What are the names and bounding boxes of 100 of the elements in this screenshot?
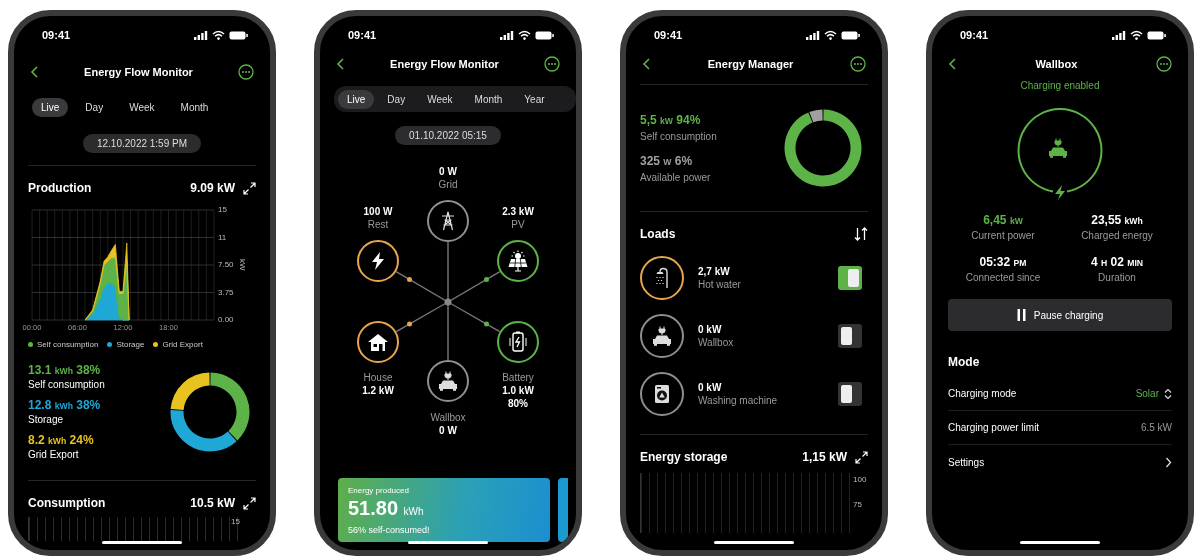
toggle-switch[interactable] <box>838 266 862 290</box>
signal-icon <box>500 30 514 40</box>
node-label: Battery <box>502 371 534 384</box>
axis-tick-label: 11 <box>218 232 227 242</box>
period-tab[interactable]: Day <box>378 89 415 109</box>
chevron-right-icon[interactable] <box>1165 456 1172 468</box>
status-time: 09:41 <box>960 29 989 41</box>
power-value: 0 W <box>439 165 457 178</box>
power-reading: 325 W 6% <box>640 154 694 168</box>
back-icon[interactable] <box>336 57 345 71</box>
stat-label: Storage <box>28 414 65 425</box>
section-title: Production <box>28 181 93 195</box>
period-tab[interactable]: Year <box>515 89 554 109</box>
wifi-icon <box>212 30 225 40</box>
date-chip[interactable]: 01.10.2022 05:15 <box>395 126 501 145</box>
setting-label[interactable]: Charging power limit <box>948 422 1040 433</box>
load-label: Washing machine <box>698 395 779 406</box>
node-label: Rest <box>367 218 389 231</box>
back-icon[interactable] <box>948 57 957 71</box>
more-icon[interactable] <box>238 64 254 80</box>
pause-icon <box>1016 309 1026 321</box>
stat-label: Grid Export <box>28 449 80 460</box>
card-note: 56% self-consumed! <box>348 525 431 535</box>
sort-icon[interactable] <box>854 227 868 241</box>
period-tab[interactable]: Week <box>120 97 164 117</box>
setting-label[interactable]: Settings <box>948 456 985 468</box>
back-icon[interactable] <box>642 57 651 71</box>
node-label: PV <box>511 218 525 231</box>
setting-value[interactable]: Solar <box>1135 388 1159 399</box>
legend-label: Self consumption <box>37 340 99 349</box>
signal-icon <box>194 30 208 40</box>
energy-reading: 13.1 kWh 38% <box>28 363 102 377</box>
more-icon[interactable] <box>544 56 560 72</box>
axis-tick-label: 15 <box>218 205 227 215</box>
toggle-switch[interactable] <box>838 382 862 406</box>
axis-tick-label: 100 <box>853 475 868 484</box>
power-value: 1.0 kW <box>502 384 534 397</box>
more-icon[interactable] <box>850 56 866 72</box>
screen-title: Energy Flow Monitor <box>84 66 193 78</box>
car-charger-icon <box>1048 138 1068 158</box>
flow-node[interactable] <box>427 200 469 242</box>
power-value: 0 W <box>439 424 457 437</box>
flow-node[interactable] <box>497 240 539 282</box>
section-title: Loads <box>640 227 677 241</box>
date-chip[interactable]: 12.10.2022 1:59 PM <box>82 134 202 153</box>
node-label: Wallbox <box>430 411 466 424</box>
more-icon[interactable] <box>1156 56 1172 72</box>
node-label: House <box>363 371 393 384</box>
node-label: Grid <box>438 178 458 191</box>
up-down-chevron-icon <box>1164 387 1172 400</box>
wifi-icon <box>518 30 531 40</box>
expand-icon[interactable] <box>243 496 256 510</box>
card-title: Energy produced <box>348 486 410 495</box>
energy-reading: 8.2 kWh 24% <box>28 433 95 447</box>
stat-label: Self consumption <box>640 131 717 142</box>
period-tab[interactable]: Day <box>76 97 113 117</box>
status-time: 09:41 <box>42 29 71 41</box>
pause-charging-button[interactable]: Pause charging <box>948 299 1172 331</box>
axis-tick-label: 15 <box>231 517 240 528</box>
section-title: Consumption <box>28 496 107 510</box>
stat-value: 4 H 02 MIN <box>1090 255 1144 269</box>
wifi-icon <box>1130 30 1143 40</box>
battery-icon <box>229 30 248 40</box>
flow-node[interactable] <box>357 321 399 363</box>
section-title: Energy storage <box>640 450 729 464</box>
period-tab[interactable]: Month <box>465 89 512 109</box>
signal-icon <box>1112 30 1126 40</box>
power-value: 2,7 kW <box>698 266 731 277</box>
charge-level: 80% <box>508 397 528 410</box>
axis-tick-label: 0.00 <box>218 315 234 325</box>
car-charger-icon <box>652 326 672 346</box>
signal-icon <box>806 30 820 40</box>
flow-node[interactable] <box>497 321 539 363</box>
stat-value: 6,45 kW <box>983 213 1023 227</box>
stat-value: 23,55 kWh <box>1091 213 1143 227</box>
back-icon[interactable] <box>30 65 39 79</box>
period-tab[interactable]: Live <box>32 97 69 117</box>
setting-label[interactable]: Charging mode <box>948 388 1017 399</box>
stat-label: Duration <box>1098 272 1136 283</box>
load-label: Hot water <box>698 279 742 290</box>
period-tab[interactable]: Month <box>171 97 218 117</box>
charging-status: Charging enabled <box>1020 80 1100 91</box>
wifi-icon <box>824 30 837 40</box>
power-reading: 5,5 kW 94% <box>640 113 702 127</box>
toggle-switch[interactable] <box>838 324 862 348</box>
period-tab[interactable]: Live <box>338 89 375 109</box>
load-label: Wallbox <box>698 337 735 348</box>
flow-node[interactable] <box>427 360 469 402</box>
expand-icon[interactable] <box>243 181 256 195</box>
status-time: 09:41 <box>348 29 377 41</box>
solar-panel-icon <box>507 250 529 272</box>
expand-icon[interactable] <box>855 450 868 464</box>
setting-value: 6.5 kW <box>1140 422 1172 433</box>
period-tab[interactable]: Week <box>418 89 462 109</box>
screen-title: Energy Flow Monitor <box>390 58 499 70</box>
stat-label: Charged energy <box>1081 230 1153 241</box>
power-reading: 10.5 kW <box>190 496 235 510</box>
power-reading: 1,15 kW <box>802 450 847 464</box>
power-value: 0 kW <box>698 382 723 393</box>
flow-node[interactable] <box>357 240 399 282</box>
